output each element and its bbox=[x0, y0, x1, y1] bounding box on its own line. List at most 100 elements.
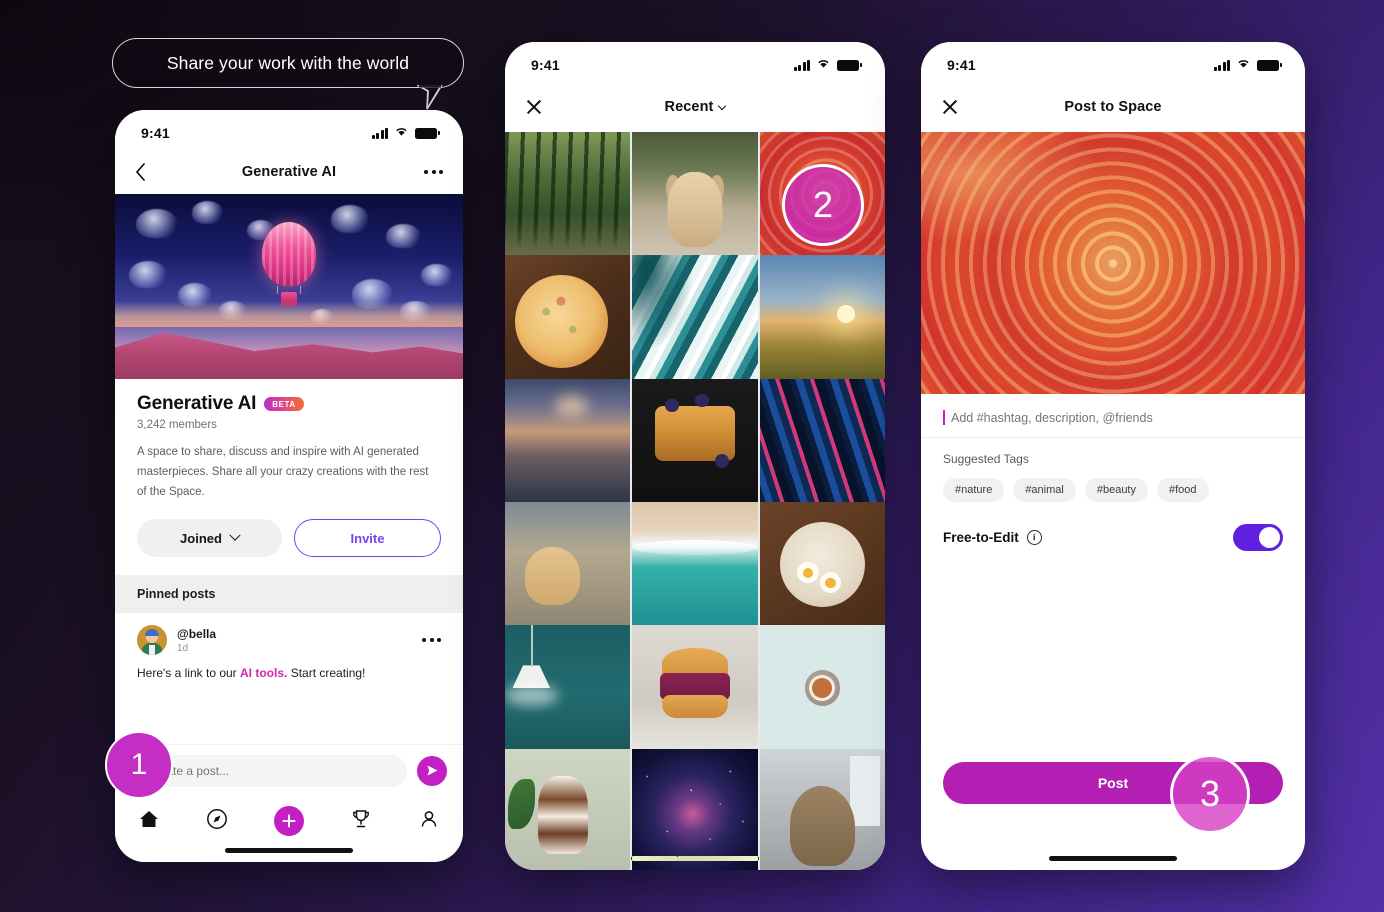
post-timestamp: 1d bbox=[177, 642, 189, 654]
photo-cell[interactable] bbox=[632, 501, 758, 628]
cellular-bars-icon bbox=[794, 59, 810, 71]
cellular-bars-icon bbox=[1214, 59, 1230, 71]
tab-challenges[interactable] bbox=[350, 808, 372, 835]
page-title: Generative AI bbox=[241, 164, 337, 180]
status-bar: 9:41 bbox=[921, 42, 1305, 82]
photo-cell[interactable] bbox=[632, 625, 758, 751]
tab-create[interactable] bbox=[274, 806, 304, 836]
photo-cell[interactable] bbox=[505, 501, 631, 628]
pinned-posts-header: Pinned posts bbox=[115, 575, 463, 614]
page-title: Post to Space bbox=[1064, 99, 1162, 115]
chevron-down-icon bbox=[229, 529, 241, 542]
send-icon bbox=[427, 765, 437, 776]
tag-chip[interactable]: #animal bbox=[1013, 478, 1076, 502]
suggested-tags-list: #nature #animal #beauty #food bbox=[921, 466, 1305, 502]
tag-chip[interactable]: #nature bbox=[943, 478, 1005, 502]
joined-button[interactable]: Joined bbox=[137, 519, 282, 558]
status-time: 9:41 bbox=[141, 125, 170, 141]
photo-cell[interactable] bbox=[759, 255, 885, 381]
step-badge-3: 3 bbox=[1170, 754, 1250, 834]
trophy-icon bbox=[353, 809, 369, 827]
close-button[interactable] bbox=[525, 98, 543, 116]
tab-explore[interactable] bbox=[206, 808, 228, 835]
photo-cell[interactable] bbox=[505, 255, 631, 381]
phone-post-to-space: 9:41 Post to Space Suggested Tags #natur… bbox=[921, 42, 1305, 870]
status-time: 9:41 bbox=[947, 57, 976, 73]
tag-chip[interactable]: #beauty bbox=[1084, 478, 1148, 502]
photo-cell[interactable] bbox=[505, 378, 631, 504]
wifi-icon bbox=[394, 124, 409, 142]
status-bar: 9:41 bbox=[115, 110, 463, 150]
status-bar: 9:41 bbox=[505, 42, 885, 82]
battery-icon bbox=[837, 59, 862, 71]
photo-cell[interactable] bbox=[759, 378, 885, 504]
post-text-after: Start creating! bbox=[287, 666, 366, 681]
step-badge-1: 1 bbox=[105, 731, 173, 799]
person-icon bbox=[421, 810, 437, 827]
chevron-down-icon bbox=[718, 101, 727, 111]
photo-cell[interactable] bbox=[632, 748, 758, 870]
photo-cell[interactable] bbox=[505, 625, 631, 751]
wifi-icon bbox=[816, 56, 831, 74]
plus-icon bbox=[282, 814, 296, 828]
text-caret bbox=[943, 410, 945, 425]
photo-cell[interactable] bbox=[759, 625, 885, 751]
more-options-icon bbox=[424, 170, 443, 174]
free-to-edit-row: Free-to-Edit i bbox=[921, 502, 1305, 551]
caption-row bbox=[921, 394, 1305, 438]
invite-button[interactable]: Invite bbox=[294, 519, 441, 558]
nav-bar: Recent bbox=[505, 82, 885, 132]
photo-cell[interactable] bbox=[632, 255, 758, 381]
close-button[interactable] bbox=[941, 98, 959, 116]
photo-cell[interactable] bbox=[632, 132, 758, 258]
photo-cell[interactable] bbox=[759, 748, 885, 870]
post-more-button[interactable] bbox=[422, 638, 441, 643]
photo-cell[interactable] bbox=[632, 378, 758, 504]
photo-cell[interactable] bbox=[505, 748, 631, 870]
ai-tools-link[interactable]: AI tools. bbox=[240, 666, 287, 680]
album-name: Recent bbox=[664, 99, 714, 115]
suggested-tags-label: Suggested Tags bbox=[943, 452, 1029, 466]
tag-chip[interactable]: #food bbox=[1157, 478, 1209, 502]
space-title: Generative AI bbox=[137, 393, 257, 414]
photo-cell[interactable] bbox=[505, 132, 631, 258]
post-text-before: Here's a link to our bbox=[137, 666, 241, 681]
member-count: 3,242 members bbox=[137, 419, 217, 431]
battery-icon bbox=[1257, 59, 1282, 71]
tab-home[interactable] bbox=[138, 809, 160, 834]
callout-bubble: Share your work with the world bbox=[112, 38, 464, 110]
balloon-graphic bbox=[262, 222, 316, 286]
selected-photo-preview[interactable] bbox=[921, 132, 1305, 394]
caption-input[interactable] bbox=[947, 410, 1283, 425]
beta-badge: BETA bbox=[264, 396, 304, 412]
home-icon bbox=[140, 810, 158, 827]
info-icon[interactable]: i bbox=[1026, 530, 1042, 545]
send-button[interactable] bbox=[417, 755, 447, 786]
space-description: A space to share, discuss and inspire wi… bbox=[137, 446, 429, 498]
pinned-post: @bella 1d Here's a link to our AI tools.… bbox=[115, 613, 463, 681]
photo-cell[interactable] bbox=[759, 501, 885, 628]
step-badge-2: 2 bbox=[782, 164, 864, 246]
album-selector[interactable]: Recent bbox=[505, 99, 885, 115]
more-options-button[interactable] bbox=[424, 170, 443, 174]
back-button[interactable] bbox=[135, 163, 146, 181]
callout-text: Share your work with the world bbox=[166, 52, 410, 73]
joined-label: Joined bbox=[180, 530, 222, 546]
tab-profile[interactable] bbox=[418, 808, 440, 835]
post-author[interactable]: @bella bbox=[177, 627, 216, 641]
status-time: 9:41 bbox=[531, 57, 560, 73]
free-to-edit-label: Free-to-Edit bbox=[943, 530, 1019, 545]
nav-bar: Post to Space bbox=[921, 82, 1305, 132]
more-options-icon bbox=[422, 638, 441, 643]
avatar[interactable] bbox=[137, 625, 167, 656]
nav-bar: Generative AI bbox=[115, 150, 463, 194]
wifi-icon bbox=[1236, 56, 1251, 74]
post-body: Here's a link to our AI tools. Start cre… bbox=[137, 666, 441, 680]
home-indicator bbox=[631, 856, 759, 861]
callout-tail-icon bbox=[417, 85, 443, 111]
free-to-edit-toggle[interactable] bbox=[1233, 524, 1283, 551]
space-hero-image bbox=[115, 194, 463, 379]
compass-icon bbox=[207, 808, 227, 829]
home-indicator bbox=[225, 848, 353, 853]
home-indicator bbox=[1049, 856, 1177, 861]
